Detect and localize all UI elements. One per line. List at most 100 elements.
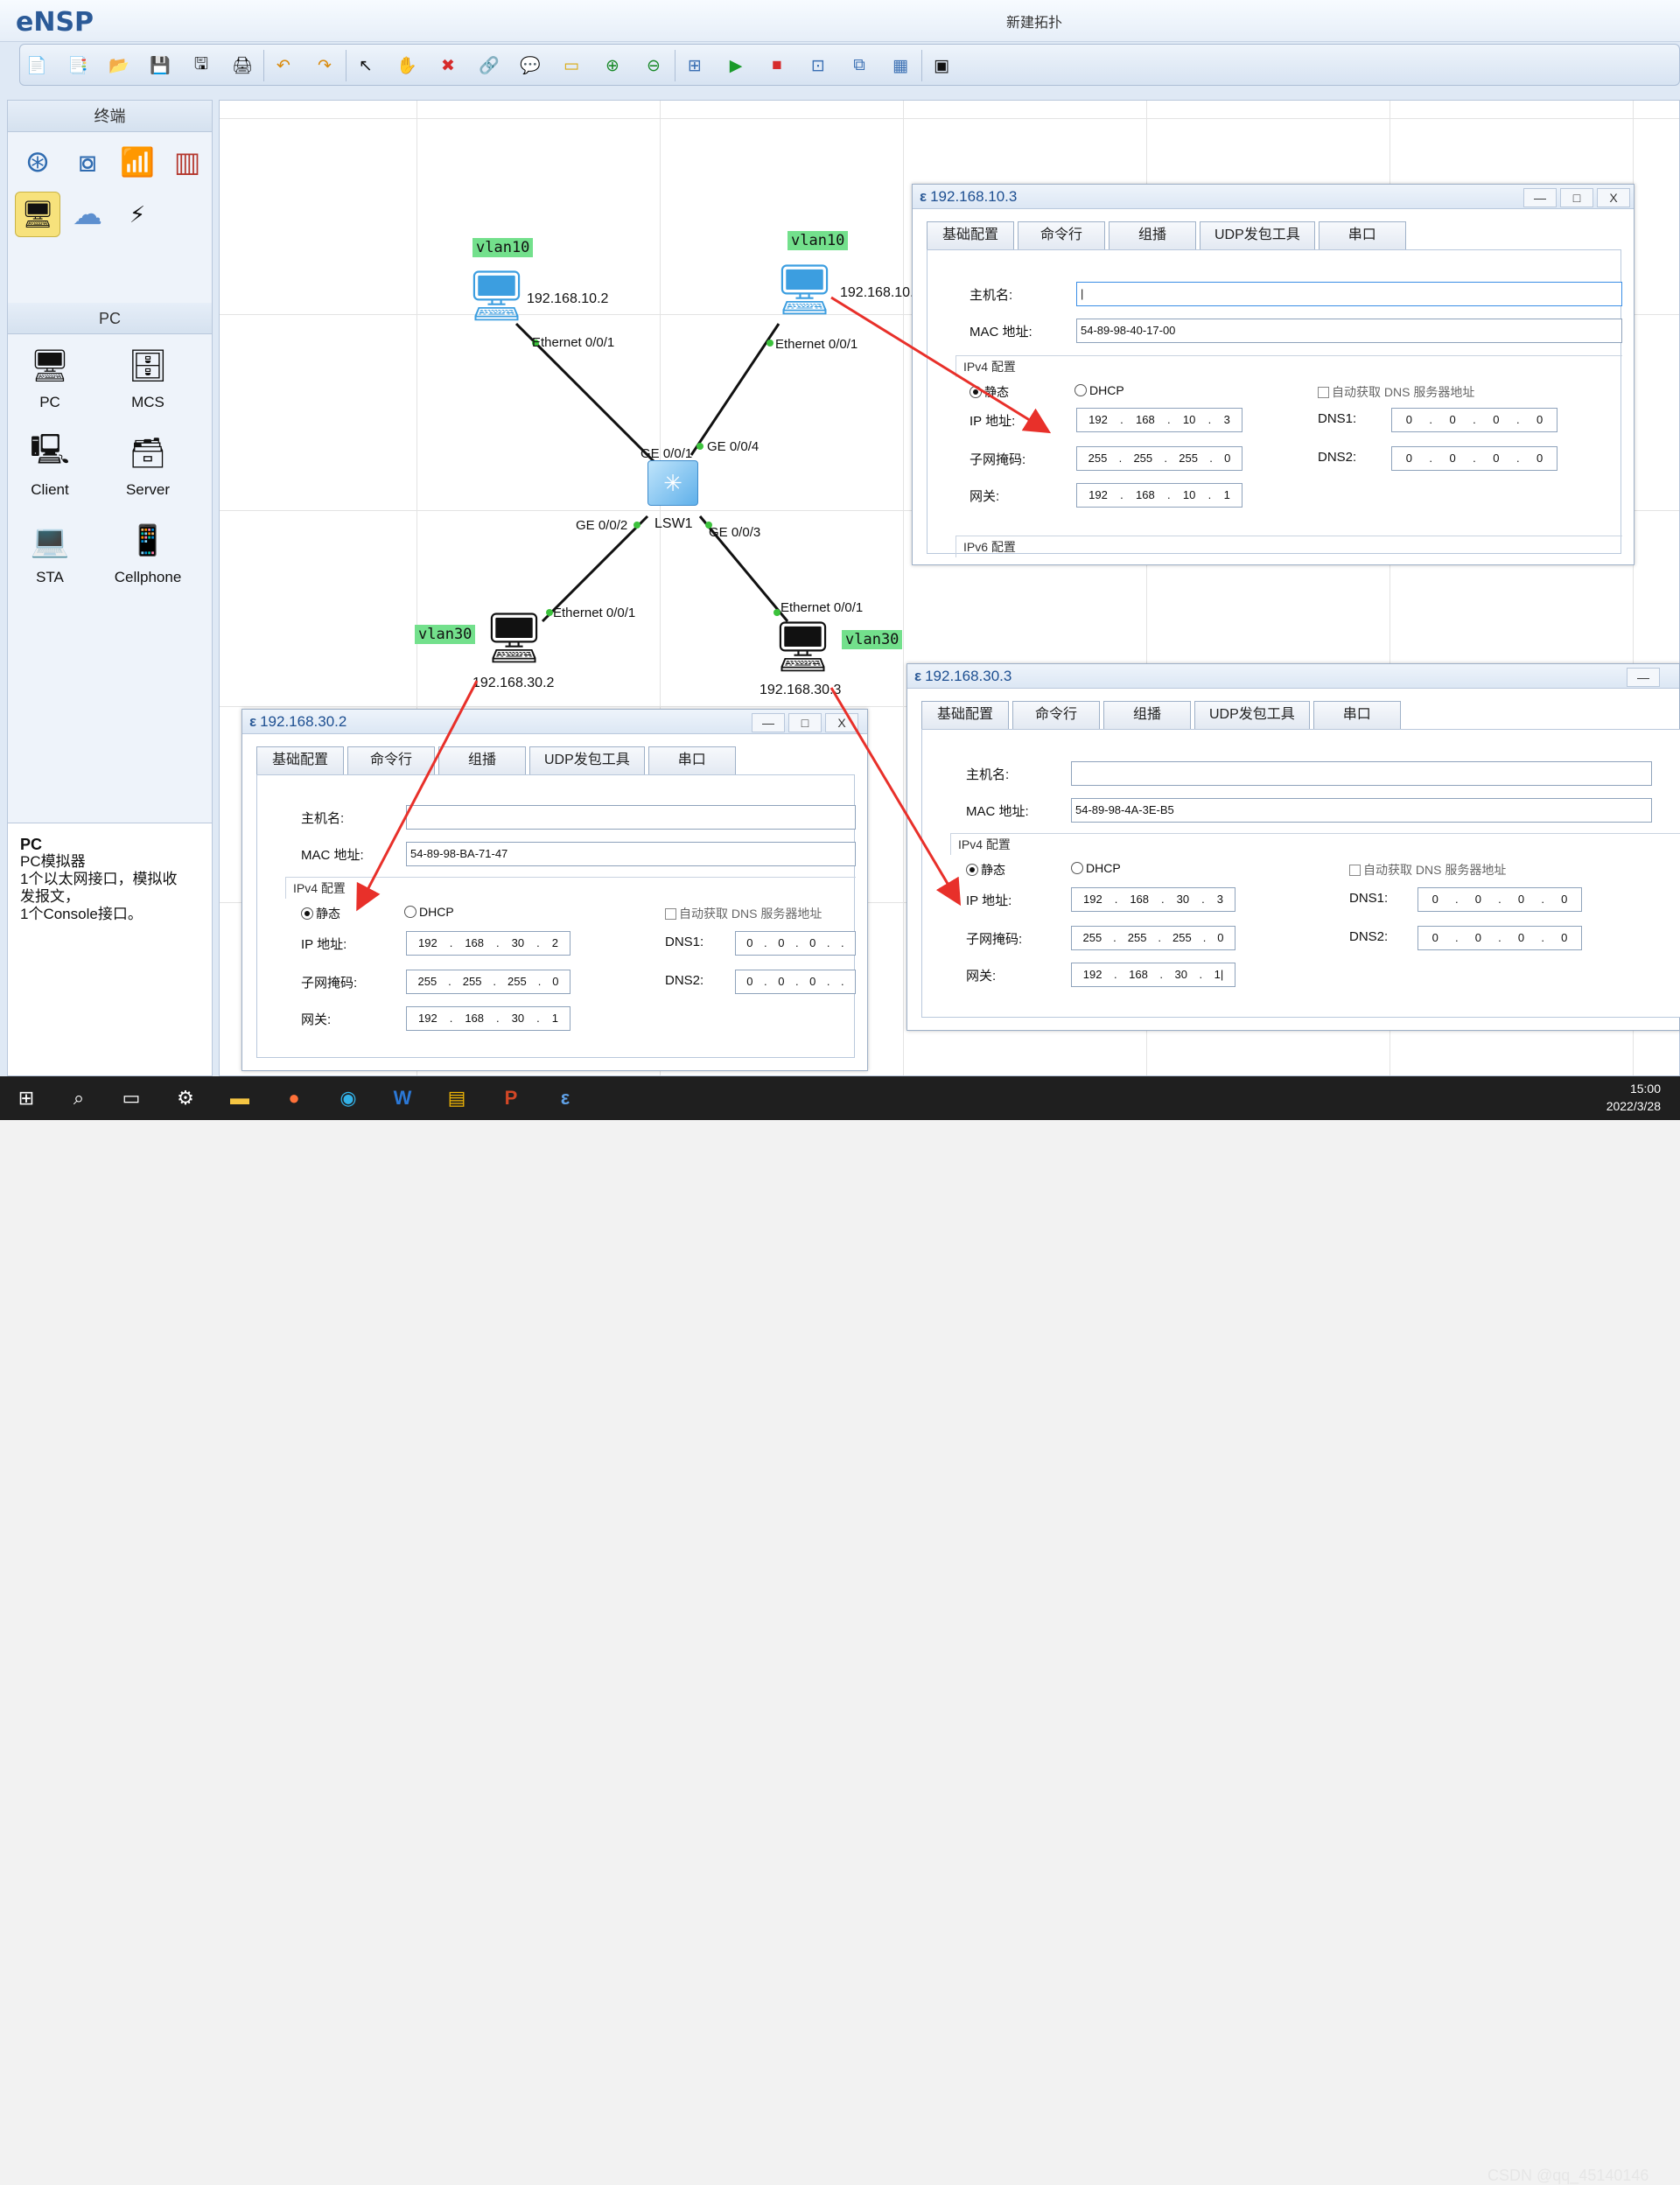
new-example-icon[interactable]: 📑 bbox=[66, 53, 90, 78]
archive-icon[interactable]: ▤ bbox=[443, 1084, 471, 1112]
undo-icon[interactable]: ↶ bbox=[271, 53, 296, 78]
cellphone-device-icon[interactable]: 📱 bbox=[125, 518, 171, 564]
firewall-icon[interactable]: ▥ bbox=[164, 139, 210, 185]
start-device-icon[interactable]: ▶ bbox=[724, 53, 748, 78]
gateway-input[interactable]: 192. 168. 30. 1| bbox=[1071, 963, 1236, 987]
hostname-input[interactable] bbox=[1071, 761, 1652, 786]
tab-serial[interactable]: 串口 bbox=[1318, 221, 1406, 249]
tab-udp[interactable]: UDP发包工具 bbox=[1200, 221, 1315, 249]
open-icon[interactable]: 📂 bbox=[107, 53, 131, 78]
client-device-icon[interactable]: 🖳 bbox=[27, 431, 73, 476]
minimize-button[interactable]: — bbox=[752, 713, 785, 732]
tab-multicast[interactable]: 组播 bbox=[438, 746, 526, 774]
tab-multicast[interactable]: 组播 bbox=[1103, 701, 1191, 729]
auto-dns-checkbox[interactable]: 自动获取 DNS 服务器地址 bbox=[1349, 861, 1506, 879]
print-icon[interactable]: 🖨 bbox=[230, 53, 255, 78]
tab-udp[interactable]: UDP发包工具 bbox=[1194, 701, 1310, 729]
delete-link-icon[interactable]: 🔗 bbox=[477, 53, 501, 78]
new-topology-icon[interactable]: 📄 bbox=[24, 53, 49, 78]
save-as-icon[interactable]: 🖫 bbox=[189, 53, 214, 78]
tab-serial[interactable]: 串口 bbox=[1312, 701, 1401, 729]
mask-input[interactable]: 255. 255. 255. 0 bbox=[406, 970, 570, 994]
gateway-input[interactable]: 192. 168. 10. 1 bbox=[1076, 483, 1242, 508]
windows-start-icon[interactable]: ⊞ bbox=[12, 1084, 40, 1112]
redo-icon[interactable]: ↷ bbox=[312, 53, 337, 78]
dns2-input[interactable]: 0.0.0.0 bbox=[1418, 926, 1582, 950]
search-icon[interactable]: ⌕ bbox=[65, 1084, 93, 1112]
topology-icon[interactable]: ⧉ bbox=[847, 53, 872, 78]
tab-basic[interactable]: 基础配置 bbox=[256, 746, 344, 774]
capture-icon[interactable]: ⊡ bbox=[806, 53, 830, 78]
mac-input[interactable]: 54-89-98-4A-3E-B5 bbox=[1071, 798, 1652, 823]
ensp-taskbar-icon[interactable]: ε bbox=[551, 1084, 579, 1112]
close-button[interactable]: X bbox=[1597, 188, 1630, 207]
auto-dns-checkbox[interactable]: 自动获取 DNS 服务器地址 bbox=[665, 905, 822, 922]
static-radio[interactable]: 静态 bbox=[966, 861, 1005, 879]
tab-basic[interactable]: 基础配置 bbox=[927, 221, 1014, 249]
system-clock[interactable]: 15:00 2022/3/28 bbox=[1606, 1080, 1661, 1115]
pc3-icon[interactable]: 🖥 bbox=[483, 609, 545, 667]
zoom-out-icon[interactable]: ⊖ bbox=[641, 53, 666, 78]
firefox-icon[interactable]: ● bbox=[280, 1084, 308, 1112]
pc4-icon[interactable]: 🖥 bbox=[772, 618, 834, 676]
hand-icon[interactable]: ✋ bbox=[395, 53, 419, 78]
hostname-input[interactable] bbox=[406, 805, 856, 830]
sta-device-icon[interactable]: 💻 bbox=[27, 518, 73, 564]
settings-gear-icon[interactable]: ⚙ bbox=[172, 1084, 200, 1112]
dns1-input[interactable]: 0.0.0.0 bbox=[1391, 408, 1558, 432]
gateway-input[interactable]: 192. 168. 30. 1 bbox=[406, 1006, 570, 1031]
tab-cli[interactable]: 命令行 bbox=[1018, 221, 1105, 249]
static-radio[interactable]: 静态 bbox=[301, 905, 340, 922]
auto-dns-checkbox[interactable]: 自动获取 DNS 服务器地址 bbox=[1318, 383, 1474, 401]
palette-icon[interactable]: ▭ bbox=[559, 53, 584, 78]
link-icon[interactable]: ⚡ bbox=[115, 192, 160, 237]
ip-input[interactable]: 192. 168. 30. 3 bbox=[1071, 887, 1236, 912]
mask-input[interactable]: 255. 255. 255. 0 bbox=[1071, 926, 1236, 950]
wireless-icon[interactable]: 📶 bbox=[115, 139, 160, 185]
dns2-input[interactable]: 0.0.0.. bbox=[735, 970, 856, 994]
minimize-button[interactable]: — bbox=[1627, 668, 1660, 687]
switch-icon[interactable]: ⧇ bbox=[65, 139, 110, 185]
stop-device-icon[interactable]: ■ bbox=[765, 53, 789, 78]
cloud-icon[interactable]: ☁ bbox=[65, 192, 110, 237]
dhcp-radio[interactable]: DHCP bbox=[1074, 383, 1124, 397]
minimize-button[interactable]: — bbox=[1523, 188, 1557, 207]
server-device-icon[interactable]: 🗃 bbox=[125, 431, 171, 476]
dns1-input[interactable]: 0.0.0.0 bbox=[1418, 887, 1582, 912]
static-radio[interactable]: 静态 bbox=[970, 383, 1009, 401]
tab-serial[interactable]: 串口 bbox=[648, 746, 736, 774]
switch-lsw1-icon[interactable]: ✳ bbox=[648, 460, 698, 506]
ip-input[interactable]: 192. 168. 10. 3 bbox=[1076, 408, 1242, 432]
select-pointer-icon[interactable]: ↖ bbox=[354, 53, 378, 78]
mcs-device-icon[interactable]: 🗄 bbox=[125, 343, 171, 389]
close-button[interactable]: X bbox=[825, 713, 858, 732]
dhcp-radio[interactable]: DHCP bbox=[1071, 861, 1121, 875]
file-explorer-icon[interactable]: ▬ bbox=[226, 1084, 254, 1112]
fit-icon[interactable]: ⊞ bbox=[682, 53, 707, 78]
tab-cli[interactable]: 命令行 bbox=[347, 746, 435, 774]
edge-icon[interactable]: ◉ bbox=[334, 1084, 362, 1112]
grid-icon[interactable]: ▦ bbox=[888, 53, 913, 78]
delete-icon[interactable]: ✖ bbox=[436, 53, 460, 78]
tab-cli[interactable]: 命令行 bbox=[1012, 701, 1100, 729]
word-icon[interactable]: W bbox=[388, 1084, 416, 1112]
tab-udp[interactable]: UDP发包工具 bbox=[529, 746, 645, 774]
maximize-button[interactable]: □ bbox=[1560, 188, 1593, 207]
ip-input[interactable]: 192. 168. 30. 2 bbox=[406, 931, 570, 956]
dns2-input[interactable]: 0.0.0.0 bbox=[1391, 446, 1558, 471]
mac-input[interactable]: 54-89-98-BA-71-47 bbox=[406, 842, 856, 866]
pc2-icon[interactable]: 🖥 bbox=[774, 261, 836, 319]
tab-basic[interactable]: 基础配置 bbox=[921, 701, 1009, 729]
pc-category-icon[interactable]: 🖥 bbox=[15, 192, 60, 237]
powerpoint-icon[interactable]: P bbox=[497, 1084, 525, 1112]
hostname-input[interactable]: | bbox=[1076, 282, 1622, 306]
maximize-button[interactable]: □ bbox=[788, 713, 822, 732]
task-view-icon[interactable]: ▭ bbox=[117, 1084, 145, 1112]
zoom-in-icon[interactable]: ⊕ bbox=[600, 53, 625, 78]
pc1-icon[interactable]: 🖥 bbox=[466, 267, 528, 325]
cli-icon[interactable]: ▣ bbox=[929, 53, 954, 78]
mac-input[interactable]: 54-89-98-40-17-00 bbox=[1076, 319, 1622, 343]
mask-input[interactable]: 255. 255. 255. 0 bbox=[1076, 446, 1242, 471]
text-icon[interactable]: 💬 bbox=[518, 53, 542, 78]
router-icon[interactable]: ⊛ bbox=[15, 139, 60, 185]
